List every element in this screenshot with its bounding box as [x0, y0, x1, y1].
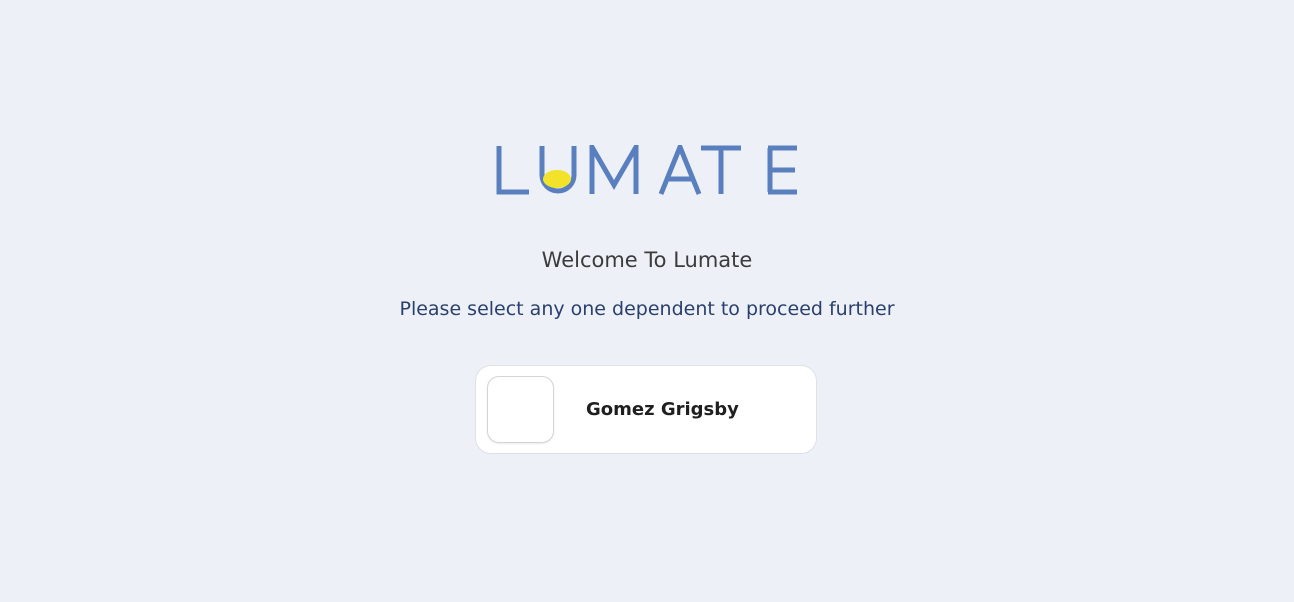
welcome-heading: Welcome To Lumate	[541, 248, 753, 272]
lumate-logo	[496, 145, 797, 195]
instruction-text: Please select any one dependent to proce…	[399, 298, 895, 320]
logo-sun-icon	[543, 170, 571, 188]
dependent-card[interactable]: Gomez Grigsby	[475, 365, 817, 454]
dependent-name: Gomez Grigsby	[586, 399, 739, 420]
avatar	[487, 376, 554, 443]
